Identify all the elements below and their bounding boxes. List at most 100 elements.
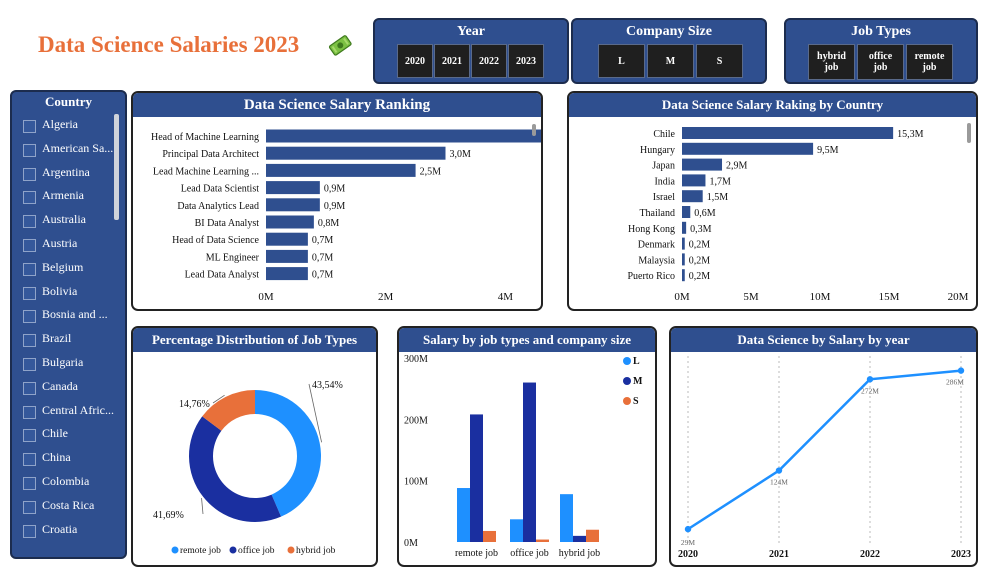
- bar-remote-job-s[interactable]: [483, 530, 496, 542]
- category-label: Japan: [652, 161, 675, 172]
- country-checkbox[interactable]: [23, 381, 36, 395]
- country-item-armenia[interactable]: Armenia: [23, 188, 121, 206]
- bar-japan[interactable]: [682, 158, 723, 171]
- country-ranking-card: Data Science Salary Raking by Country Ch…: [567, 91, 978, 311]
- data-label: 1,5M: [707, 192, 729, 203]
- country-item-colombia[interactable]: Colombia: [23, 474, 121, 492]
- job-remote-button[interactable]: remote job: [906, 44, 953, 80]
- bar-thailand[interactable]: [682, 206, 691, 218]
- bar-puerto-rico[interactable]: [682, 269, 685, 282]
- country-checkbox[interactable]: [23, 429, 36, 443]
- year-2021-button[interactable]: 2021: [434, 44, 470, 78]
- point-2020[interactable]: [684, 525, 692, 533]
- year-slicer: Year 2020 2021 2022 2023: [373, 18, 569, 84]
- country-slicer: Country Algeria American Sa... Argentina Ar…: [10, 90, 127, 559]
- point-2022[interactable]: [866, 376, 874, 383]
- country-item-bosnia-and[interactable]: Bosnia and ...: [23, 307, 121, 325]
- bar-office-job-m[interactable]: [523, 382, 536, 542]
- bar-chile[interactable]: [682, 127, 894, 139]
- point-2021[interactable]: [775, 467, 783, 474]
- country-label: Australia: [42, 212, 86, 227]
- bar-hybrid-job-s[interactable]: [586, 529, 599, 542]
- job-type-distribution-title: Percentage Distribution of Job Types: [133, 328, 376, 352]
- bar-head-of-machine-learning[interactable]: [266, 129, 541, 143]
- data-label: 0,2M: [689, 240, 711, 251]
- year-2020-button[interactable]: 2020: [397, 44, 433, 78]
- bar-office-job-l[interactable]: [510, 519, 523, 542]
- bar-hungary[interactable]: [682, 142, 814, 155]
- country-checkbox[interactable]: [23, 286, 36, 300]
- bar-data-analytics-lead[interactable]: [266, 198, 320, 212]
- country-checkbox[interactable]: [23, 405, 36, 419]
- job-hybrid-button[interactable]: hybrid job: [808, 44, 855, 80]
- bar-lead-data-analyst[interactable]: [266, 267, 308, 281]
- bar-bi-data-analyst[interactable]: [266, 215, 314, 229]
- data-label: 0,2M: [689, 271, 711, 282]
- bar-lead-machine-learning[interactable]: [266, 163, 416, 177]
- category-label: Principal Data Architect: [162, 149, 259, 160]
- bar-ml-engineer[interactable]: [266, 249, 308, 263]
- size-l-button[interactable]: L: [598, 44, 645, 78]
- country-item-brazil[interactable]: Brazil: [23, 331, 121, 349]
- data-label: 1,7M: [709, 176, 731, 187]
- bar-head-of-data-science[interactable]: [266, 232, 308, 246]
- bar-office-job-s[interactable]: [536, 539, 549, 542]
- country-item-algeria[interactable]: Algeria: [23, 117, 121, 135]
- job-office-button[interactable]: office job: [857, 44, 904, 80]
- bar-denmark[interactable]: [682, 237, 685, 250]
- country-item-bulgaria[interactable]: Bulgaria: [23, 355, 121, 373]
- country-scrollbar[interactable]: [114, 114, 119, 220]
- legend-marker: [623, 397, 631, 405]
- country-item-chile[interactable]: Chile: [23, 426, 121, 444]
- country-checkbox[interactable]: [23, 215, 36, 229]
- bar-remote-job-l[interactable]: [457, 488, 470, 542]
- country-label: Armenia: [42, 188, 84, 203]
- country-checkbox[interactable]: [23, 120, 36, 133]
- country-checkbox[interactable]: [23, 500, 36, 514]
- year-2022-button[interactable]: 2022: [471, 44, 507, 78]
- country-item-china[interactable]: China: [23, 450, 121, 468]
- y-tick-label: 0M: [404, 538, 418, 549]
- country-item-costa-rica[interactable]: Costa Rica: [23, 498, 121, 516]
- bar-lead-data-scientist[interactable]: [266, 181, 320, 195]
- country-checkbox[interactable]: [23, 334, 36, 348]
- point-2023[interactable]: [957, 367, 965, 374]
- year-2023-button[interactable]: 2023: [508, 44, 544, 78]
- size-s-button[interactable]: S: [696, 44, 743, 78]
- bar-hybrid-job-l[interactable]: [560, 494, 573, 542]
- slice-office-job[interactable]: [189, 416, 282, 522]
- bar-hong-kong[interactable]: [682, 221, 687, 234]
- category-label: Thailand: [639, 208, 675, 219]
- country-item-american-sa[interactable]: American Sa...: [23, 141, 121, 159]
- country-item-bolivia[interactable]: Bolivia: [23, 284, 121, 302]
- country-item-belgium[interactable]: Belgium: [23, 260, 121, 278]
- bar-remote-job-m[interactable]: [470, 414, 483, 542]
- bar-india[interactable]: [682, 174, 706, 187]
- country-chart-scrollbar[interactable]: [967, 123, 971, 143]
- country-checkbox[interactable]: [23, 262, 36, 276]
- country-item-australia[interactable]: Australia: [23, 212, 121, 230]
- country-checkbox[interactable]: [23, 524, 36, 538]
- bar-israel[interactable]: [682, 190, 703, 203]
- country-label: Bosnia and ...: [42, 307, 108, 322]
- legend-label: S: [633, 396, 639, 407]
- country-item-austria[interactable]: Austria: [23, 236, 121, 254]
- country-item-canada[interactable]: Canada: [23, 379, 121, 397]
- country-checkbox[interactable]: [23, 143, 36, 157]
- ranking-scrollbar[interactable]: [532, 124, 536, 136]
- country-checkbox[interactable]: [23, 167, 36, 181]
- size-m-button[interactable]: M: [647, 44, 694, 78]
- country-checkbox[interactable]: [23, 239, 36, 252]
- bar-malaysia[interactable]: [682, 253, 685, 266]
- country-item-central-afric[interactable]: Central Afric...: [23, 403, 121, 421]
- country-checkbox[interactable]: [23, 477, 36, 490]
- country-ranking-title: Data Science Salary Raking by Country: [569, 93, 976, 117]
- country-checkbox[interactable]: [23, 358, 36, 371]
- country-checkbox[interactable]: [23, 191, 36, 205]
- bar-hybrid-job-m[interactable]: [573, 535, 586, 542]
- country-item-argentina[interactable]: Argentina: [23, 165, 121, 183]
- country-checkbox[interactable]: [23, 310, 36, 324]
- bar-principal-data-architect[interactable]: [266, 146, 446, 160]
- country-item-croatia[interactable]: Croatia: [23, 522, 121, 540]
- country-checkbox[interactable]: [23, 453, 36, 467]
